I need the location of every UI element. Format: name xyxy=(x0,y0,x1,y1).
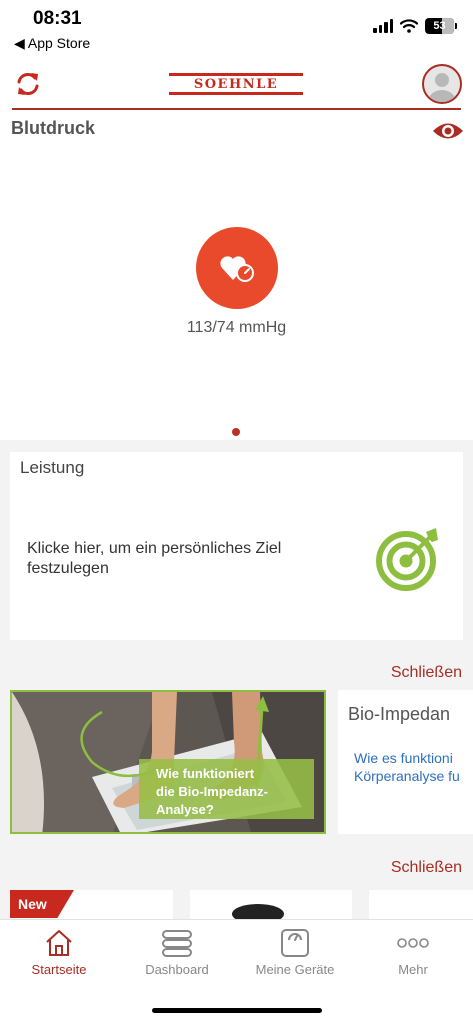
battery-icon: 53 xyxy=(425,18,454,34)
tab-dashboard[interactable]: Dashboard xyxy=(118,928,236,988)
product-card[interactable] xyxy=(369,890,473,920)
tab-label: Mehr xyxy=(398,962,428,977)
tab-mehr[interactable]: Mehr xyxy=(354,928,472,988)
products-carousel: New xyxy=(0,890,473,920)
new-badge: New xyxy=(10,890,74,918)
target-icon xyxy=(376,528,438,591)
blood-pressure-value: 113/74 mmHg xyxy=(186,319,287,336)
profile-avatar[interactable] xyxy=(422,64,462,104)
close-products-section-link[interactable]: Schließen xyxy=(391,859,462,877)
scale-icon xyxy=(281,929,309,957)
new-badge-label: New xyxy=(18,896,47,912)
bio-impedance-teaser-image[interactable]: Wie funktioniert die Bio-Impedanz- Analy… xyxy=(10,690,326,834)
eye-icon[interactable] xyxy=(432,120,464,142)
bio-impedance-info-card[interactable]: Bio-Impedan Wie es funktioni Körperanaly… xyxy=(338,690,473,834)
caption-line-2: die Bio-Impedanz- xyxy=(156,784,268,799)
product-card[interactable] xyxy=(190,890,352,920)
blood-pressure-card[interactable]: Blutdruck 113/74 mmHg xyxy=(0,110,473,440)
card-link-line-1: Wie es funktioni xyxy=(354,750,453,766)
close-bio-section-link[interactable]: Schließen xyxy=(391,664,462,682)
cellular-signal-icon xyxy=(373,19,393,33)
performance-goal-card[interactable]: Leistung Klicke hier, um ein persönliche… xyxy=(10,452,463,640)
bio-impedance-carousel: Wie funktioniert die Bio-Impedanz- Analy… xyxy=(10,690,473,834)
caption-line-3: Analyse? xyxy=(156,802,214,817)
product-card[interactable]: New xyxy=(10,890,173,920)
tab-meine-geraete[interactable]: Meine Geräte xyxy=(236,928,354,988)
carousel-page-indicator xyxy=(232,428,240,436)
blood-pressure-title: Blutdruck xyxy=(11,118,96,138)
home-icon xyxy=(46,930,72,956)
logo-text: SOEHNLE xyxy=(193,76,279,92)
heart-pressure-button[interactable] xyxy=(196,227,278,309)
tab-label: Startseite xyxy=(31,962,87,977)
performance-title: Leistung xyxy=(20,458,85,477)
card-link-line-2: Körperanalyse fu xyxy=(354,768,460,784)
back-to-app-store-link[interactable]: ◀ App Store xyxy=(14,35,90,52)
battery-level: 53 xyxy=(433,20,446,32)
more-icon xyxy=(397,938,429,948)
wifi-icon xyxy=(400,19,418,33)
tab-label: Dashboard xyxy=(145,962,209,977)
status-icons: 53 xyxy=(373,18,457,34)
dashboard-icon xyxy=(162,930,192,957)
home-indicator xyxy=(152,1008,322,1013)
bio-impedance-caption: Wie funktioniert die Bio-Impedanz- Analy… xyxy=(139,759,314,819)
bio-impedance-card-link[interactable]: Wie es funktioni Körperanalyse fu xyxy=(354,749,460,785)
app-header: SOEHNLE xyxy=(0,58,473,110)
tab-startseite[interactable]: Startseite xyxy=(0,928,118,988)
caption-line-1: Wie funktioniert xyxy=(156,766,255,781)
soehnle-logo: SOEHNLE xyxy=(169,73,303,95)
bio-impedance-card-title: Bio-Impedan xyxy=(348,704,451,724)
heart-pressure-icon xyxy=(220,256,254,282)
set-goal-prompt: Klicke hier, um ein persönliches Ziel fe… xyxy=(27,540,282,577)
refresh-icon[interactable] xyxy=(14,70,42,98)
status-bar: 08:31 ◀ App Store 53 xyxy=(0,0,473,58)
status-time: 08:31 xyxy=(33,8,82,29)
tab-label: Meine Geräte xyxy=(255,962,335,977)
device-image xyxy=(232,904,284,920)
